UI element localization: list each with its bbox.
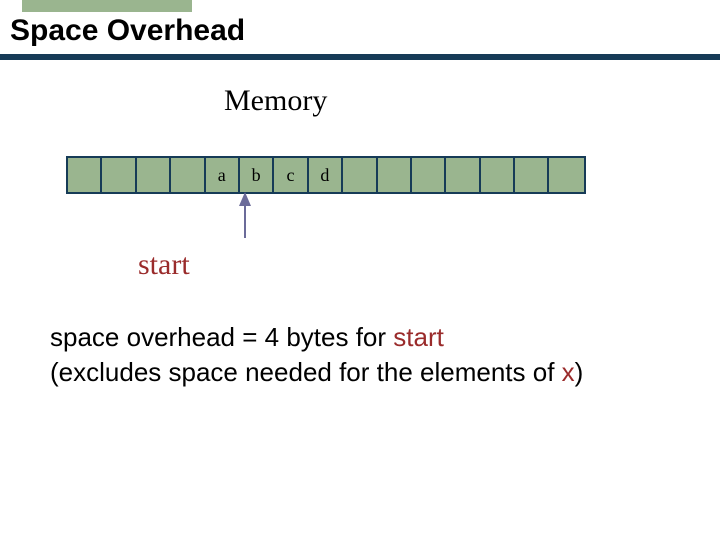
memory-label: Memory [224,84,327,118]
body-line2-a: (excludes space needed for the elements … [50,357,562,387]
memory-cell [68,158,102,192]
memory-cell: a [206,158,240,192]
start-label: start [138,248,190,282]
memory-cell: b [240,158,274,192]
memory-strip: a b c d [66,156,586,194]
body-line2-b: ) [575,357,584,387]
memory-cell [515,158,549,192]
slide: Space Overhead Memory a b c d start spac… [0,0,720,540]
slide-title: Space Overhead [10,14,245,48]
memory-cell: c [274,158,308,192]
memory-cell [102,158,136,192]
memory-cell [343,158,377,192]
arrow-up-icon [237,192,253,238]
body-line2-x: x [562,357,575,387]
accent-bar [22,0,192,12]
body-line1-start: start [393,322,444,352]
memory-cell [137,158,171,192]
memory-cell [549,158,583,192]
body-line1-a: space overhead = 4 bytes for [50,322,393,352]
body-text: space overhead = 4 bytes for start (excl… [50,320,670,390]
title-underline [0,54,720,60]
memory-cell [171,158,205,192]
memory-cell [412,158,446,192]
memory-cell [446,158,480,192]
memory-cell [378,158,412,192]
memory-cell [481,158,515,192]
memory-cell: d [309,158,343,192]
